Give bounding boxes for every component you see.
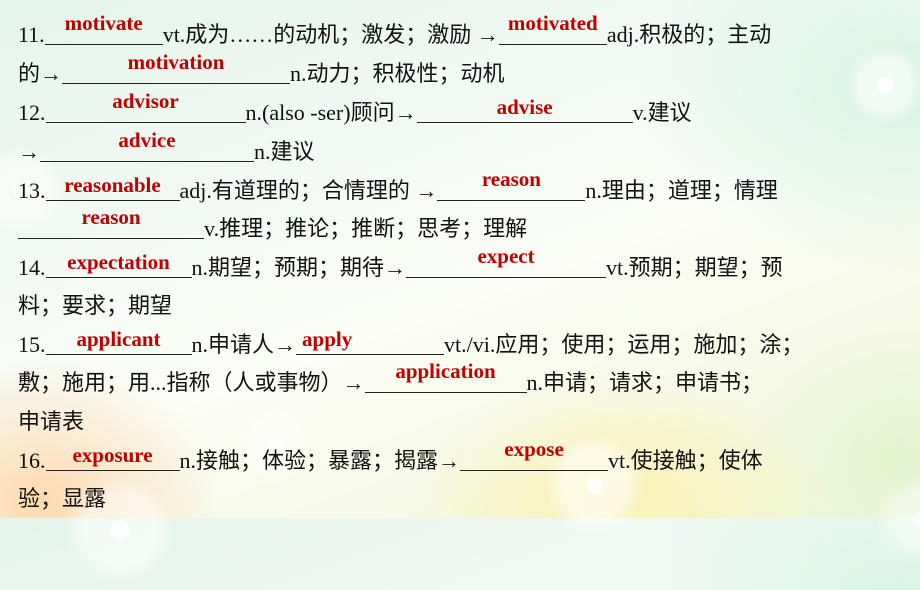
item-15-line-2: 敷；施用；用...指称（人或事物）→ application n.申请；请求；申请书… — [18, 360, 764, 398]
answer-blank[interactable]: reason — [437, 168, 586, 201]
answer-text: reason — [481, 167, 541, 191]
definition-text: n.(also -ser)顾问→ — [245, 100, 417, 125]
answer-blank[interactable]: apply — [296, 327, 445, 355]
definition-text: → — [18, 139, 40, 164]
item-13-line-1: 13. reasonable adj.有道理的；合情理的 → reason n.理由；道… — [18, 168, 778, 206]
definition-text: vt.成为……的动机；激发；激励 → — [162, 22, 499, 47]
item-16-line-2: 验；显露 — [18, 484, 106, 514]
answer-text: expose — [504, 437, 564, 461]
answer-text: applicant — [76, 327, 161, 351]
item-12-line-1: 12. advisor n.(also -ser)顾问→ advise v.建议 — [18, 90, 692, 128]
answer-blank[interactable]: advise — [416, 95, 633, 123]
answer-text: application — [395, 359, 496, 383]
definition-text: n.建议 — [254, 139, 315, 164]
definition-text: n.动力；积极性；动机 — [290, 61, 505, 86]
item-number: 16. — [18, 448, 46, 473]
answer-text: reason — [81, 205, 141, 229]
item-16-line-1: 16. exposure n.接触；体验；暴露；揭露→ expose vt.使接触… — [18, 438, 763, 476]
definition-text: adj.有道理的；合情理的 → — [179, 178, 438, 203]
answer-text: apply — [302, 327, 353, 351]
item-11-line-1: 11. motivate vt.成为……的动机；激发；激励 → motivated ad… — [18, 12, 772, 50]
answer-text: motivate — [64, 11, 143, 35]
flower-decoration — [840, 40, 920, 130]
answer-text: advise — [496, 95, 553, 119]
item-15-line-3: 申请表 — [18, 407, 84, 437]
item-11-line-2: 的→ motivation n.动力；积极性；动机 — [18, 51, 505, 89]
answer-blank[interactable]: expect — [406, 245, 607, 278]
definition-text: vt.使接触；使体 — [608, 448, 763, 473]
answer-text: expectation — [67, 250, 170, 274]
answer-text: expect — [477, 244, 535, 268]
answer-blank[interactable]: applicant — [45, 327, 192, 355]
answer-blank[interactable]: motivated — [498, 12, 607, 45]
definition-text: n.期望；预期；期待→ — [191, 255, 407, 280]
item-14-line-1: 14. expectation n.期望；预期；期待→ expect vt.预期；期… — [18, 245, 783, 283]
item-13-line-2: reason v.推理；推论；推断；思考；理解 — [18, 206, 528, 244]
definition-text: v.建议 — [632, 100, 692, 125]
definition-text: 验；显露 — [18, 486, 107, 511]
item-number: 14. — [18, 255, 46, 280]
definition-text: 料；要求；期望 — [18, 293, 173, 318]
answer-text: exposure — [72, 443, 153, 467]
definition-text: 的→ — [18, 61, 63, 86]
definition-text: 敷；施用；用...指称（人或事物）→ — [18, 370, 365, 395]
definition-text: vt.预期；期望；预 — [606, 255, 783, 280]
answer-text: advice — [118, 128, 176, 152]
item-12-line-2: → advice n.建议 — [18, 129, 315, 167]
item-number: 11. — [18, 22, 45, 47]
answer-text: motivation — [127, 50, 225, 74]
answer-blank[interactable]: reasonable — [45, 173, 180, 201]
answer-blank[interactable]: reason — [18, 206, 204, 239]
item-number: 13. — [18, 178, 46, 203]
answer-text: motivated — [507, 11, 598, 35]
item-15-line-1: 15. applicant n.申请人→ apply vt./vi.应用；使用；运用；… — [18, 327, 804, 360]
definition-text: v.推理；推论；推断；思考；理解 — [204, 216, 528, 241]
flower-decoration — [870, 470, 920, 570]
item-14-line-2: 料；要求；期望 — [18, 291, 172, 321]
answer-blank[interactable]: motivation — [62, 51, 291, 84]
definition-text: n.接触；体验；暴露；揭露→ — [179, 448, 461, 473]
answer-blank[interactable]: motivate — [44, 12, 163, 45]
definition-text: adj.积极的；主动 — [606, 22, 772, 47]
answer-text: reasonable — [64, 173, 161, 197]
definition-text: vt./vi.应用；使用；运用；施加；涂； — [444, 332, 804, 357]
answer-blank[interactable]: advisor — [45, 90, 246, 123]
flower-decoration — [230, 400, 320, 490]
answer-blank[interactable]: exposure — [45, 443, 180, 471]
item-number: 15. — [18, 332, 46, 357]
answer-text: advisor — [112, 89, 179, 113]
answer-blank[interactable]: expose — [460, 438, 609, 471]
definition-text: n.申请人→ — [191, 332, 297, 357]
definition-text: n.理由；道理；情理 — [585, 178, 778, 203]
answer-blank[interactable]: application — [364, 360, 527, 393]
answer-blank[interactable]: advice — [40, 129, 254, 162]
answer-blank[interactable]: expectation — [45, 250, 192, 278]
definition-text: 申请表 — [18, 409, 85, 434]
definition-text: n.申请；请求；申请书； — [526, 370, 764, 395]
item-number: 12. — [18, 100, 46, 125]
